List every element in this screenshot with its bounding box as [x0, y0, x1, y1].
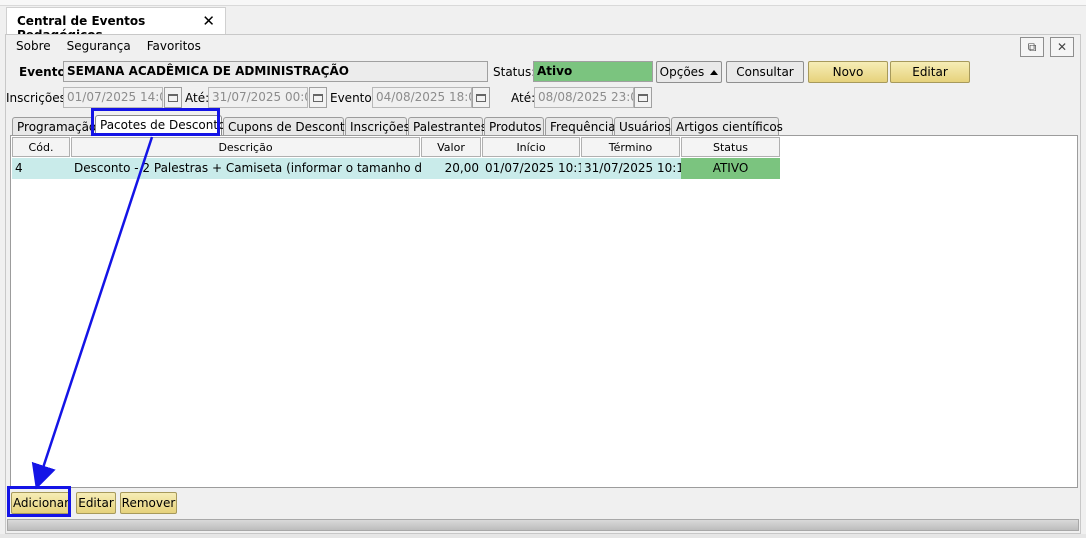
opcoes-button[interactable]: Opções: [656, 61, 722, 83]
calendar-icon[interactable]: [309, 87, 327, 108]
calendar-icon[interactable]: [164, 87, 182, 108]
tab-frequencia[interactable]: Frequência: [545, 117, 616, 136]
ate-label-2: Até:: [511, 91, 536, 105]
cell-descricao: Desconto - 2 Palestras + Camiseta (infor…: [71, 158, 421, 179]
column-header-status[interactable]: Status: [681, 137, 780, 157]
novo-button[interactable]: Novo: [808, 61, 888, 83]
evento-start-field[interactable]: 04/08/2025 18:00: [372, 87, 472, 108]
status-label: Status:: [493, 65, 536, 79]
tab-artigos-cientificos[interactable]: Artigos científicos: [671, 117, 783, 136]
ate-label-1: Até:: [185, 91, 210, 105]
inscricoes-label: Inscrições:: [6, 91, 70, 105]
tab-programacao[interactable]: Programação: [12, 117, 96, 136]
horizontal-scrollbar[interactable]: [7, 519, 1079, 531]
column-header-cod[interactable]: Cód.: [12, 137, 70, 157]
tab-usuarios[interactable]: Usuários: [614, 117, 671, 136]
editar-row-button[interactable]: Editar: [76, 492, 116, 514]
tab-cupons-de-desconto[interactable]: Cupons de Desconto: [223, 117, 352, 136]
popout-icon[interactable]: ⧉: [1020, 37, 1044, 57]
document-tab[interactable]: Central de Eventos Pedagógicos ✕: [6, 7, 226, 42]
calendar-icon[interactable]: [634, 87, 652, 108]
column-header-inicio[interactable]: Início: [482, 137, 580, 157]
window-top-edge: [0, 0, 1086, 6]
calendar-icon[interactable]: [472, 87, 490, 108]
cell-inicio: 01/07/2025 10:10: [482, 158, 581, 179]
inscricoes-start-field[interactable]: 01/07/2025 14:01: [63, 87, 163, 108]
close-icon[interactable]: ✕: [202, 12, 215, 30]
opcoes-button-label: Opções: [659, 65, 705, 79]
highlight-box-tab: [91, 108, 220, 136]
cell-status: ATIVO: [681, 158, 780, 179]
status-field[interactable]: Ativo: [533, 61, 653, 82]
tab-palestrantes[interactable]: Palestrantes: [408, 117, 487, 136]
column-header-termino[interactable]: Término: [581, 137, 680, 157]
highlight-box-adicionar: [7, 486, 71, 517]
consultar-button[interactable]: Consultar: [726, 61, 804, 83]
column-header-valor[interactable]: Valor: [421, 137, 481, 157]
tab-inscricoes[interactable]: Inscrições: [345, 117, 410, 136]
evento-name-field[interactable]: SEMANA ACADÊMICA DE ADMINISTRAÇÃO: [63, 61, 488, 82]
menu-bar: Sobre Segurança Favoritos: [16, 39, 201, 57]
evento-end-field[interactable]: 08/08/2025 23:00: [534, 87, 634, 108]
menu-item-seguranca[interactable]: Segurança: [67, 39, 131, 57]
evento-date-label: Evento:: [330, 91, 376, 105]
column-header-descricao[interactable]: Descrição: [71, 137, 420, 157]
cell-cod: 4: [12, 158, 71, 179]
status-bar: [0, 534, 1086, 538]
close-panel-icon[interactable]: ✕: [1050, 37, 1074, 57]
cell-termino: 31/07/2025 10:10: [581, 158, 681, 179]
tab-produtos[interactable]: Produtos: [484, 117, 544, 136]
menu-item-favoritos[interactable]: Favoritos: [147, 39, 201, 57]
editar-button[interactable]: Editar: [890, 61, 970, 83]
caret-up-icon: [710, 69, 719, 75]
cell-valor: 20,00: [421, 158, 482, 179]
remover-button[interactable]: Remover: [120, 492, 177, 514]
inscricoes-end-field[interactable]: 31/07/2025 00:00: [208, 87, 308, 108]
menu-item-sobre[interactable]: Sobre: [16, 39, 51, 57]
discount-packages-table: Cód. Descrição Valor Início Término Stat…: [10, 135, 1078, 488]
